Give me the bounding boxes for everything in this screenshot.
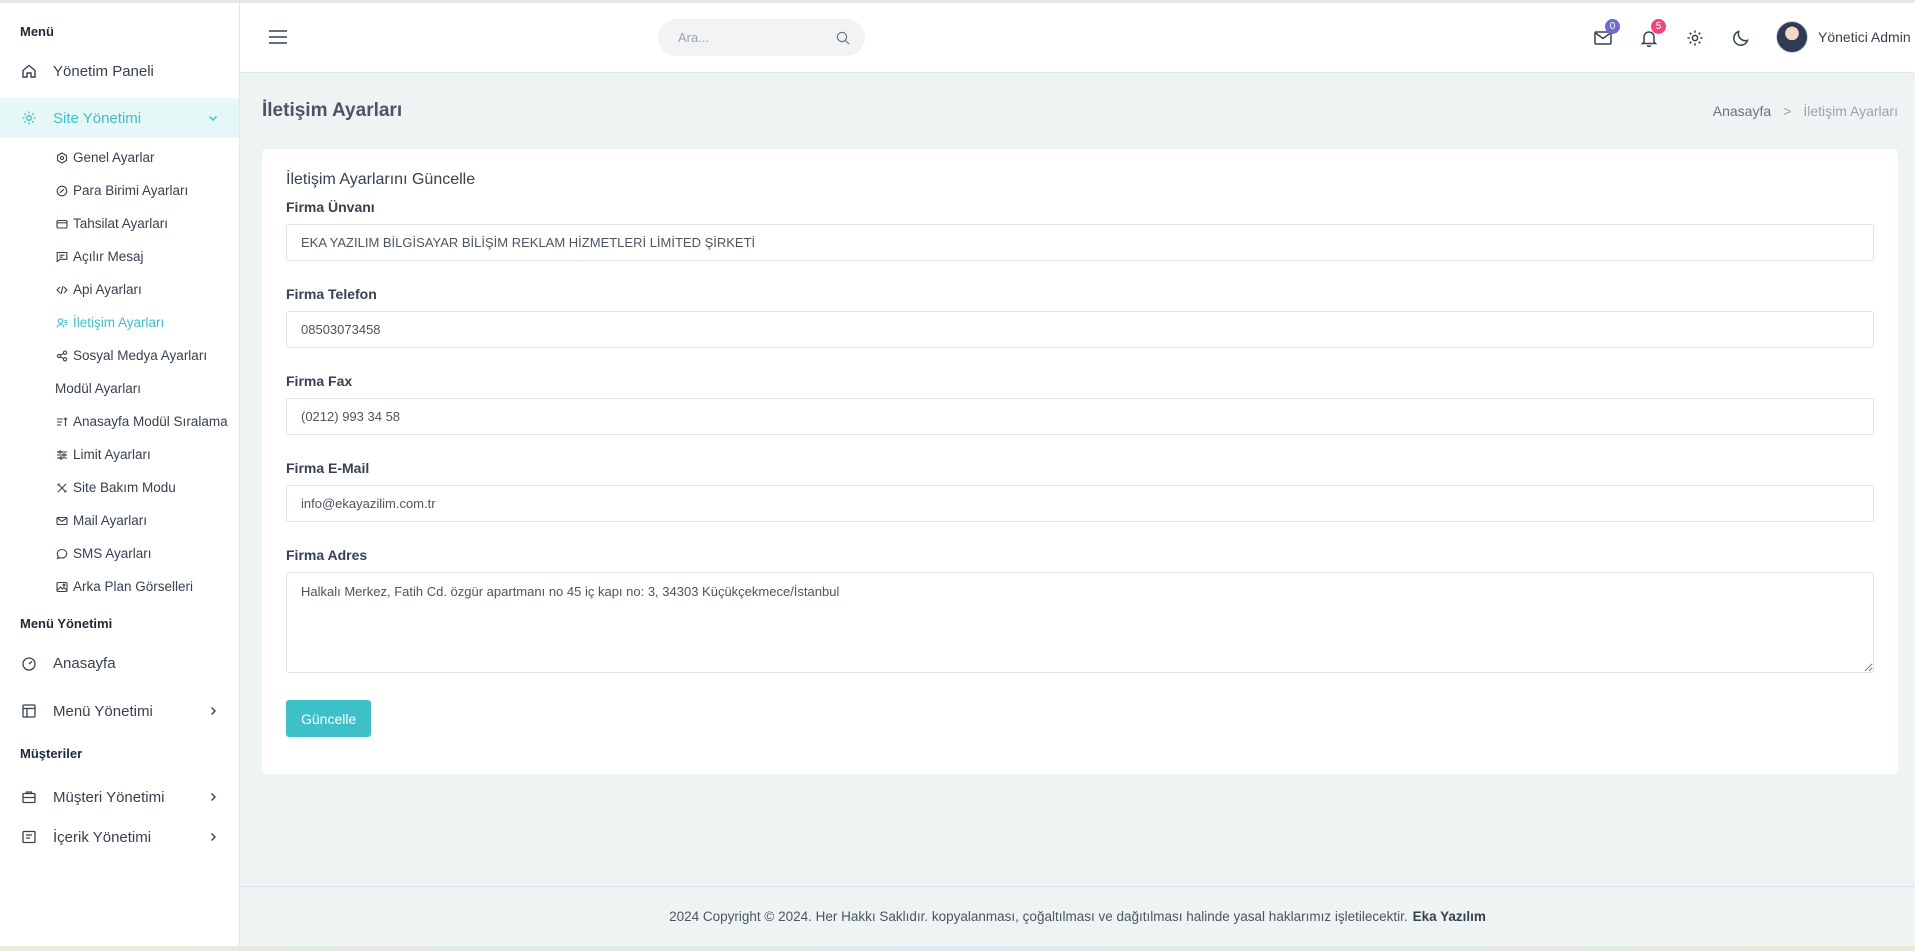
breadcrumb: Anasayfa > İletişim Ayarları [1713, 103, 1898, 119]
theme-toggle-button[interactable] [1730, 27, 1752, 49]
chat-icon [55, 547, 69, 561]
sidebar-subitem-general[interactable]: Genel Ayarlar [55, 141, 239, 174]
chevron-right-icon [207, 831, 219, 843]
home-icon [20, 62, 38, 80]
address-field[interactable]: Halkalı Merkez, Fatih Cd. özgür apartman… [286, 572, 1874, 673]
sidebar-section-menu: Menü [20, 24, 54, 39]
gear-icon [1685, 28, 1705, 48]
image-icon [55, 580, 69, 594]
contact-settings-card: İletişim Ayarlarını Güncelle Firma Ünvan… [262, 149, 1898, 774]
breadcrumb-home[interactable]: Anasayfa [1713, 103, 1771, 119]
layout-icon [20, 702, 38, 720]
sidebar-item-customer-management[interactable]: Müşteri Yönetimi [0, 775, 239, 819]
code-icon [55, 283, 69, 297]
company-name-label: Firma Ünvanı [286, 199, 375, 215]
company-name-field[interactable] [286, 224, 1874, 261]
mail-button[interactable]: 0 [1592, 19, 1620, 49]
fax-label: Firma Fax [286, 373, 353, 389]
briefcase-icon [20, 788, 38, 806]
sidebar-section-customers: Müşteriler [20, 746, 83, 761]
sidebar-item-label: Menü Yönetimi [53, 702, 153, 720]
contact-icon [55, 316, 69, 330]
menu-toggle-icon[interactable] [268, 27, 288, 47]
sidebar-item-label: Anasayfa [53, 655, 116, 672]
sidebar-item-site-management[interactable]: Site Yönetimi [0, 98, 239, 138]
settings-button[interactable] [1684, 27, 1706, 49]
sidebar-subitem-limits[interactable]: Limit Ayarları [55, 438, 239, 471]
sidebar-subitem-popup[interactable]: Açılır Mesaj [55, 240, 239, 273]
bottom-border [0, 946, 1915, 951]
sidebar-subitem-module-order[interactable]: Anasayfa Modül Sıralama [55, 405, 239, 438]
wallet-icon [55, 217, 69, 231]
email-field[interactable] [286, 485, 1874, 522]
sidebar-item-content-management[interactable]: İçerik Yönetimi [0, 819, 239, 855]
currency-icon [55, 184, 69, 198]
fax-field[interactable] [286, 398, 1874, 435]
chevron-right-icon [207, 705, 219, 717]
sidebar-subitem-maintenance[interactable]: Site Bakım Modu [55, 471, 239, 504]
gear-icon [20, 109, 38, 127]
sliders-icon [55, 448, 69, 462]
mail-count-badge: 0 [1605, 19, 1620, 34]
sidebar-item-label: Site Yönetimi [53, 109, 142, 127]
footer-brand[interactable]: Eka Yazılım [1413, 909, 1486, 924]
sidebar-subitem-modules[interactable]: Modül Ayarları [55, 372, 239, 405]
user-name: Yönetici Admin [1818, 29, 1911, 45]
update-button[interactable]: Güncelle [286, 700, 372, 737]
notification-count-badge: 5 [1651, 19, 1666, 34]
sidebar-section-menu-management: Menü Yönetimi [20, 616, 113, 631]
notifications-button[interactable]: 5 [1638, 19, 1666, 49]
phone-label: Firma Telefon [286, 286, 377, 302]
sidebar-item-label: İçerik Yönetimi [53, 828, 152, 846]
search-input[interactable] [678, 30, 828, 45]
sort-icon [55, 415, 69, 429]
avatar [1776, 21, 1808, 53]
chevron-down-icon [207, 112, 219, 124]
phone-field[interactable] [286, 311, 1874, 348]
sidebar-item-homepage[interactable]: Anasayfa [0, 641, 239, 686]
mail-icon [55, 514, 69, 528]
form-group-company-name: Firma Ünvanı [286, 199, 1874, 261]
hexagon-gear-icon [55, 151, 69, 165]
tools-icon [55, 481, 69, 495]
email-label: Firma E-Mail [286, 460, 370, 476]
content-icon [20, 828, 38, 846]
site-management-submenu: Genel Ayarlar Para Birimi Ayarları Tahsi… [0, 141, 239, 603]
breadcrumb-separator-icon: > [1783, 103, 1792, 119]
sidebar-subitem-backgrounds[interactable]: Arka Plan Görselleri [55, 570, 239, 603]
share-icon [55, 349, 69, 363]
gauge-icon [20, 655, 38, 673]
address-label: Firma Adres [286, 547, 368, 563]
sidebar-subitem-social[interactable]: Sosyal Medya Ayarları [55, 339, 239, 372]
message-icon [55, 250, 69, 264]
sidebar-subitem-sms[interactable]: SMS Ayarları [55, 537, 239, 570]
footer: 2024 Copyright © 2024. Her Hakkı Saklıdı… [240, 886, 1915, 946]
form-group-email: Firma E-Mail [286, 460, 1874, 522]
sidebar-item-dashboard[interactable]: Yönetim Paneli [0, 51, 239, 91]
sidebar-item-label: Müşteri Yönetimi [53, 788, 165, 806]
form-group-fax: Firma Fax [286, 373, 1874, 435]
sidebar-item-label: Yönetim Paneli [53, 62, 154, 80]
page-title: İletişim Ayarları [262, 100, 403, 121]
sidebar-subitem-mail[interactable]: Mail Ayarları [55, 504, 239, 537]
sidebar-subitem-contact[interactable]: İletişim Ayarları [55, 306, 239, 339]
moon-icon [1731, 28, 1751, 48]
top-header: 0 5 Yönetici Admin [240, 3, 1915, 73]
search-icon[interactable] [835, 30, 851, 46]
breadcrumb-current: İletişim Ayarları [1803, 103, 1898, 119]
sidebar-subitem-payment[interactable]: Tahsilat Ayarları [55, 207, 239, 240]
sidebar-subitem-currency[interactable]: Para Birimi Ayarları [55, 174, 239, 207]
form-group-address: Firma Adres Halkalı Merkez, Fatih Cd. öz… [286, 547, 1874, 676]
card-title: İletişim Ayarlarını Güncelle [286, 171, 476, 188]
chevron-right-icon [207, 791, 219, 803]
footer-copyright: 2024 Copyright © 2024. Her Hakkı Saklıdı… [669, 909, 1408, 924]
form-group-phone: Firma Telefon [286, 286, 1874, 348]
sidebar: Menü Yönetim Paneli Site Yönetimi Genel … [0, 3, 240, 946]
user-menu[interactable]: Yönetici Admin [1776, 21, 1911, 53]
sidebar-subitem-api[interactable]: Api Ayarları [55, 273, 239, 306]
sidebar-item-menu-management[interactable]: Menü Yönetimi [0, 686, 239, 736]
search-box [658, 19, 865, 56]
